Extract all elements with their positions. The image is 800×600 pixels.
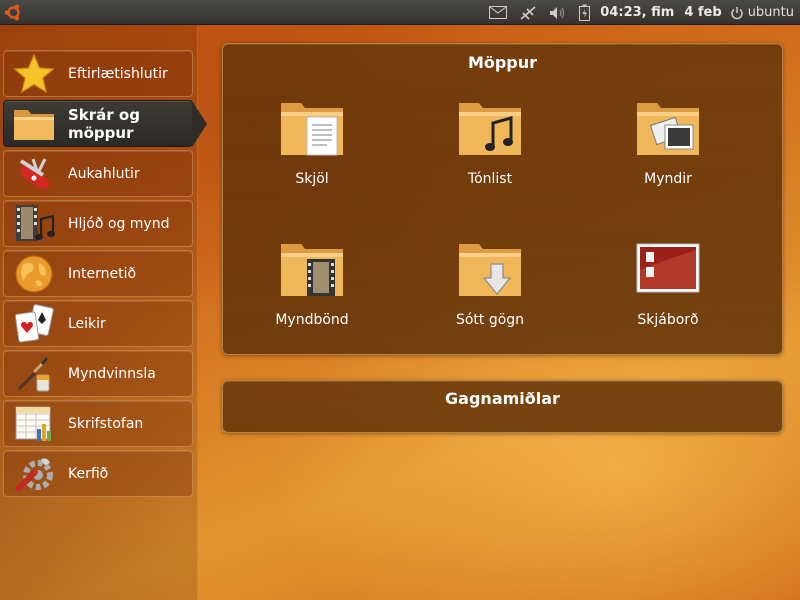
date[interactable]: 4 feb [684, 5, 721, 20]
volume-icon[interactable] [549, 6, 567, 20]
mail-icon[interactable] [489, 6, 508, 19]
tile-label: Myndbönd [275, 312, 349, 328]
power-icon [730, 6, 743, 19]
sidebar-item-label: Eftirlætishlutir [68, 65, 168, 82]
system-tray: 04:23, fim 4 feb ubuntu [477, 0, 794, 25]
tile-label: Skjöl [295, 171, 329, 187]
sidebar-item-label: Hljóð og mynd [68, 215, 170, 232]
spreadsheet-icon [12, 402, 56, 446]
tile-label: Skjáborð [637, 312, 699, 328]
pictures-folder-icon [637, 103, 699, 155]
folder-icon [12, 102, 56, 146]
sidebar-item-label: Aukahlutir [68, 165, 140, 182]
sidebar-item-sound-video[interactable]: Hljóð og mynd [3, 200, 193, 247]
sidebar-item-label: Skrár og möppur [68, 105, 140, 142]
globe-icon [12, 252, 56, 296]
film-music-icon [12, 202, 56, 246]
group-title: Möppur [467, 53, 538, 72]
videos-folder-icon [281, 244, 343, 296]
group-title: Gagnamiðlar [445, 389, 560, 408]
clock[interactable]: 04:23, fim [600, 5, 674, 20]
system-tools-icon [12, 452, 56, 496]
top-panel: 04:23, fim 4 feb ubuntu [0, 0, 800, 25]
sidebar-item-label: Internetið [68, 265, 137, 282]
session-menu[interactable]: ubuntu [730, 5, 794, 20]
documents-folder-icon [281, 103, 343, 156]
sidebar-item-system[interactable]: Kerfið [3, 450, 193, 497]
downloads-folder-icon [459, 244, 521, 296]
sidebar-item-label: Skrifstofan [68, 415, 144, 432]
tile-videos[interactable]: Myndbönd [247, 240, 377, 350]
username: ubuntu [747, 5, 794, 20]
tile-music[interactable]: Tónlist [425, 99, 555, 209]
tile-label: Tónlist [467, 171, 513, 187]
tile-desktop[interactable]: Skjáborð [603, 240, 733, 350]
tile-label: Myndir [644, 171, 692, 187]
music-folder-icon [459, 103, 521, 155]
category-sidebar: Eftirlætishlutir Skrár og möppur Aukahlu… [0, 25, 207, 600]
tile-label: Sótt gögn [455, 312, 525, 328]
sidebar-item-label: Kerfið [68, 465, 109, 482]
sidebar-item-favorites[interactable]: Eftirlætishlutir [3, 50, 193, 97]
cards-icon [12, 302, 56, 346]
sidebar-item-accessories[interactable]: Aukahlutir [3, 150, 193, 197]
tile-pictures[interactable]: Myndir [603, 99, 733, 209]
sidebar-item-label: Leikir [68, 315, 106, 332]
sidebar-item-games[interactable]: Leikir [3, 300, 193, 347]
tile-documents[interactable]: Skjöl [247, 99, 377, 209]
network-disconnected-icon[interactable] [519, 5, 537, 21]
sidebar-item-label: Myndvinnsla [68, 365, 156, 382]
desktop-icon [636, 243, 700, 293]
sidebar-item-graphics[interactable]: Myndvinnsla [3, 350, 193, 397]
media-group: Gagnamiðlar [222, 380, 783, 433]
tile-downloads[interactable]: Sótt gögn [425, 240, 555, 350]
sidebar-item-internet[interactable]: Internetið [3, 250, 193, 297]
battery-icon[interactable] [579, 4, 591, 21]
swiss-knife-icon [12, 152, 56, 196]
paint-brush-icon [12, 352, 56, 396]
sidebar-item-files-folders[interactable]: Skrár og möppur [3, 100, 207, 147]
star-icon [12, 52, 56, 96]
ubuntu-logo-icon[interactable] [4, 3, 23, 22]
folders-group: Möppur Skjöl Tónlist Myndir Myndbönd Sót… [222, 43, 783, 355]
sidebar-item-office[interactable]: Skrifstofan [3, 400, 193, 447]
